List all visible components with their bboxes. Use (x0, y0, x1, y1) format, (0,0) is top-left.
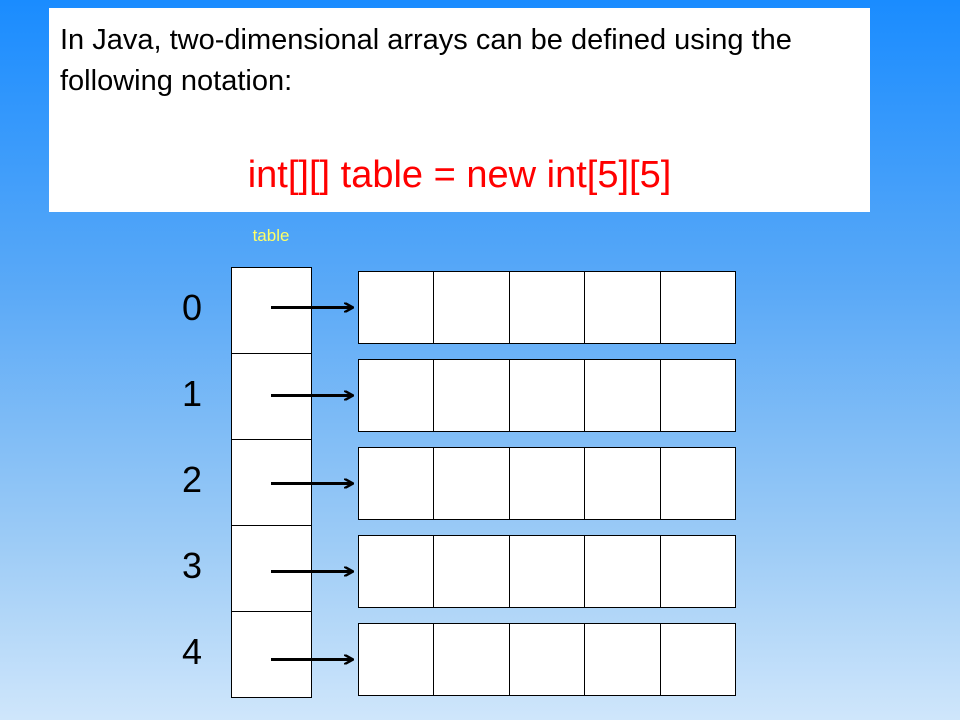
arrows-layer (271, 0, 960, 720)
